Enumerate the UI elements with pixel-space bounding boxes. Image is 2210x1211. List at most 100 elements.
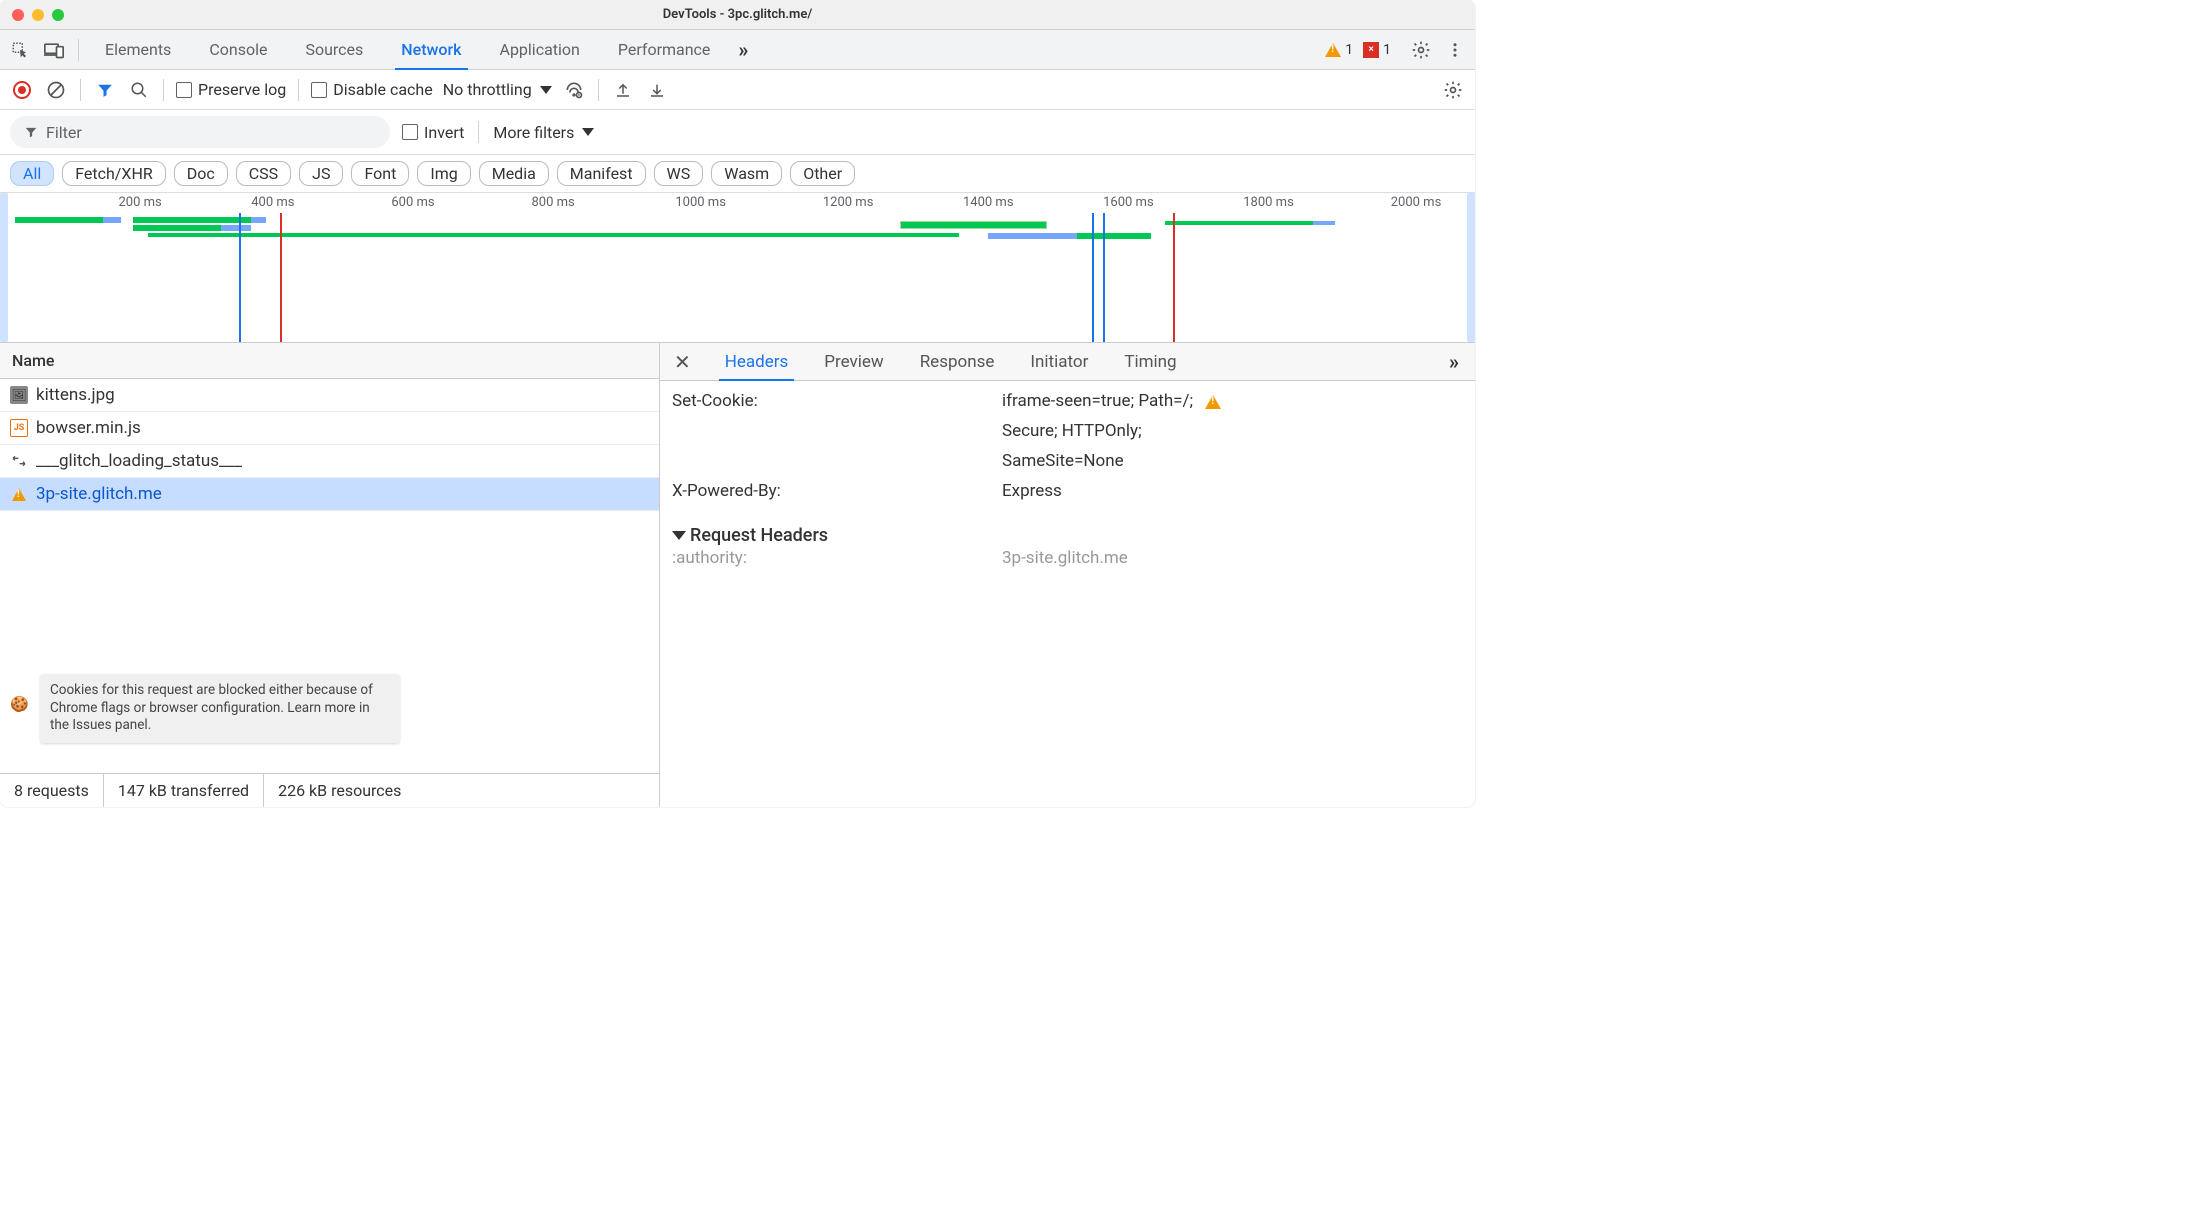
- close-details-button[interactable]: ✕: [666, 350, 699, 374]
- header-value: Secure; HTTPOnly;: [1002, 421, 1463, 441]
- status-resources: 226 kB resources: [264, 774, 415, 807]
- upload-har-icon[interactable]: [611, 78, 635, 102]
- tab-elements[interactable]: Elements: [91, 30, 185, 70]
- header-row: SameSite=None: [672, 449, 1463, 479]
- request-details: ✕ Headers Preview Response Initiator Tim…: [660, 343, 1475, 807]
- tab-network[interactable]: Network: [387, 30, 475, 70]
- chip-manifest[interactable]: Manifest: [557, 161, 646, 186]
- device-toolbar-icon[interactable]: [42, 38, 66, 62]
- network-settings-icon[interactable]: [1441, 78, 1465, 102]
- invert-option[interactable]: Invert: [402, 123, 464, 142]
- network-conditions-icon[interactable]: [562, 78, 586, 102]
- status-requests: 8 requests: [0, 774, 104, 807]
- tab-application[interactable]: Application: [486, 30, 594, 70]
- warning-icon[interactable]: [1205, 395, 1221, 409]
- chip-doc[interactable]: Doc: [174, 161, 228, 186]
- request-row[interactable]: 3p-site.glitch.me: [0, 478, 659, 511]
- disable-cache-option[interactable]: Disable cache: [311, 80, 432, 99]
- filter-icon: [24, 125, 38, 139]
- tab-performance[interactable]: Performance: [604, 30, 725, 70]
- header-name: Set-Cookie:: [672, 391, 1002, 411]
- cookie-tooltip: Cookies for this request are blocked eit…: [40, 674, 400, 743]
- chevron-down-icon: [672, 531, 686, 540]
- settings-icon[interactable]: [1409, 38, 1433, 62]
- download-har-icon[interactable]: [645, 78, 669, 102]
- header-name: X-Powered-By:: [672, 481, 1002, 501]
- header-row: Set-Cookie: iframe-seen=true; Path=/;: [672, 389, 1463, 419]
- disable-cache-checkbox[interactable]: [311, 82, 327, 98]
- header-name: :authority:: [672, 548, 1002, 568]
- divider: [80, 79, 81, 101]
- timeline-overview[interactable]: 200 ms 400 ms 600 ms 800 ms 1000 ms 1200…: [0, 193, 1475, 343]
- chip-wasm[interactable]: Wasm: [711, 161, 782, 186]
- header-row: X-Powered-By: Express: [672, 479, 1463, 509]
- preserve-log-checkbox[interactable]: [176, 82, 192, 98]
- xhr-file-icon: [10, 452, 28, 470]
- chip-js[interactable]: JS: [299, 161, 343, 186]
- details-tab-preview[interactable]: Preview: [814, 343, 893, 381]
- invert-checkbox[interactable]: [402, 124, 418, 140]
- record-button[interactable]: [10, 78, 34, 102]
- request-row[interactable]: 🖼 kittens.jpg: [0, 379, 659, 412]
- warning-icon: [1325, 43, 1341, 57]
- invert-label: Invert: [424, 123, 464, 142]
- request-name: bowser.min.js: [36, 418, 141, 438]
- kebab-menu-icon[interactable]: [1443, 38, 1467, 62]
- chip-font[interactable]: Font: [351, 161, 409, 186]
- headers-panel[interactable]: Set-Cookie: iframe-seen=true; Path=/; Se…: [660, 381, 1475, 807]
- filter-input[interactable]: Filter: [10, 116, 390, 148]
- request-list: Name 🖼 kittens.jpg JS bowser.min.js ___g…: [0, 343, 660, 807]
- chip-img[interactable]: Img: [417, 161, 470, 186]
- divider: [598, 79, 599, 101]
- request-rows: 🖼 kittens.jpg JS bowser.min.js ___glitch…: [0, 379, 659, 773]
- more-filters-dropdown[interactable]: More filters: [493, 123, 594, 142]
- request-row[interactable]: JS bowser.min.js: [0, 412, 659, 445]
- column-header-name[interactable]: Name: [0, 343, 659, 379]
- chip-all[interactable]: All: [10, 161, 54, 186]
- inspect-element-icon[interactable]: [8, 38, 32, 62]
- filter-toggle-icon[interactable]: [93, 78, 117, 102]
- request-row[interactable]: ___glitch_loading_status___: [0, 445, 659, 478]
- tab-console[interactable]: Console: [195, 30, 281, 70]
- request-headers-section[interactable]: Request Headers: [672, 509, 1463, 546]
- more-filters-label: More filters: [493, 123, 574, 142]
- details-tab-response[interactable]: Response: [910, 343, 1005, 381]
- chip-css[interactable]: CSS: [236, 161, 291, 186]
- chip-ws[interactable]: WS: [654, 161, 704, 186]
- header-row: :authority: 3p-site.glitch.me: [672, 546, 1463, 576]
- warning-icon: [10, 485, 28, 503]
- divider: [298, 79, 299, 101]
- details-tab-initiator[interactable]: Initiator: [1020, 343, 1098, 381]
- throttling-select[interactable]: No throttling: [443, 80, 552, 99]
- chip-fetch-xhr[interactable]: Fetch/XHR: [62, 161, 166, 186]
- error-icon: ×: [1363, 42, 1379, 58]
- image-file-icon: 🖼: [10, 386, 28, 404]
- details-tab-headers[interactable]: Headers: [715, 343, 799, 381]
- chip-other[interactable]: Other: [790, 161, 855, 186]
- timeline-handle-left[interactable]: [0, 193, 8, 342]
- cookie-icon: 🍪: [10, 695, 28, 713]
- js-file-icon: JS: [10, 419, 28, 437]
- timeline-handle-right[interactable]: [1467, 193, 1475, 342]
- header-value: Express: [1002, 481, 1463, 501]
- errors-badge[interactable]: × 1: [1363, 42, 1391, 58]
- tab-sources[interactable]: Sources: [291, 30, 377, 70]
- warnings-badge[interactable]: 1: [1325, 42, 1353, 58]
- main-tabsbar: Elements Console Sources Network Applica…: [0, 30, 1475, 70]
- more-tabs-button[interactable]: »: [734, 38, 750, 62]
- search-icon[interactable]: [127, 78, 151, 102]
- header-value: 3p-site.glitch.me: [1002, 548, 1463, 568]
- clear-button[interactable]: [44, 78, 68, 102]
- filter-placeholder: Filter: [46, 123, 82, 142]
- divider: [478, 121, 479, 143]
- status-bar: 8 requests 147 kB transferred 226 kB res…: [0, 773, 659, 807]
- resource-type-chips: All Fetch/XHR Doc CSS JS Font Img Media …: [0, 155, 1475, 193]
- chip-media[interactable]: Media: [479, 161, 549, 186]
- details-tab-timing[interactable]: Timing: [1114, 343, 1186, 381]
- header-value: SameSite=None: [1002, 451, 1463, 471]
- timeline-bars: [0, 217, 1475, 247]
- preserve-log-option[interactable]: Preserve log: [176, 80, 286, 99]
- divider: [163, 79, 164, 101]
- details-more-tabs[interactable]: »: [1203, 350, 1469, 374]
- request-name: kittens.jpg: [36, 385, 115, 405]
